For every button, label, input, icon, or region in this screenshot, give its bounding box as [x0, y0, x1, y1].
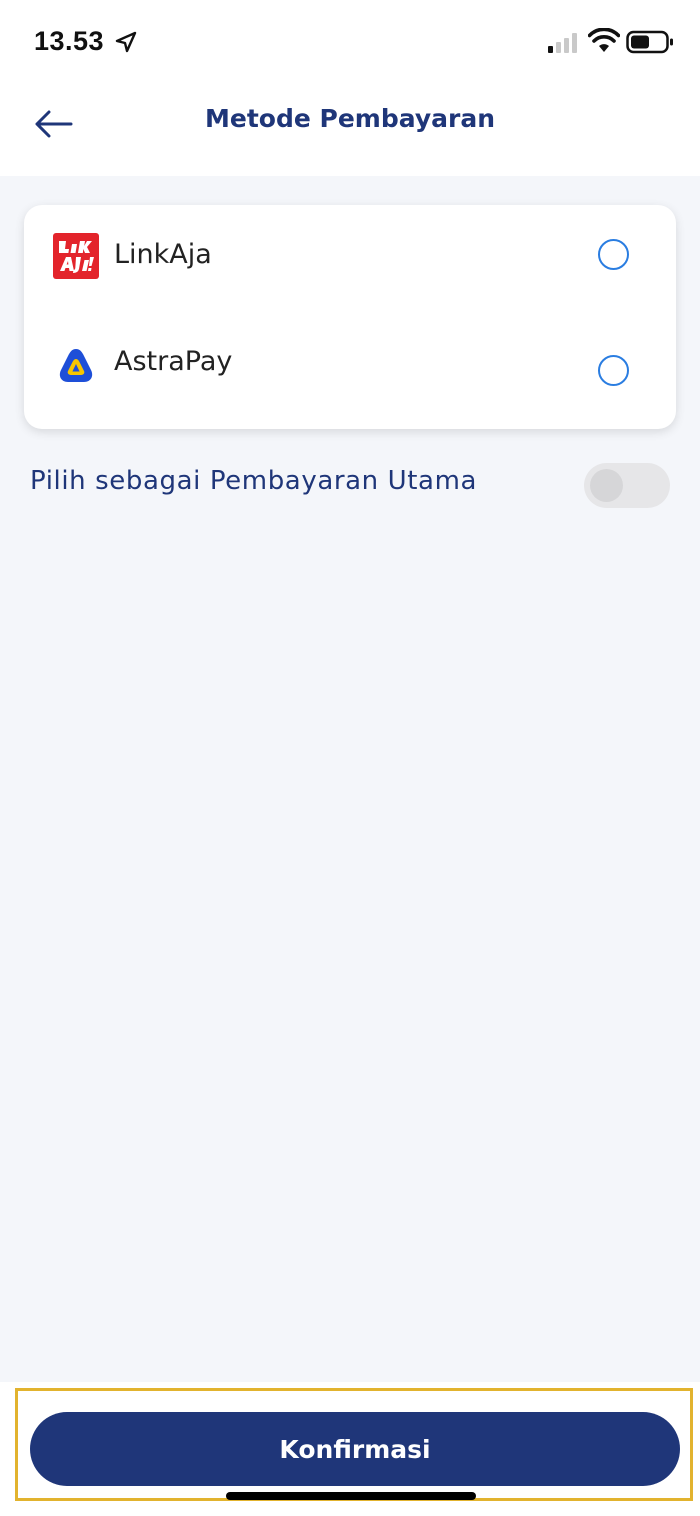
confirm-button[interactable]: Konfirmasi [30, 1412, 680, 1486]
astrapay-logo [59, 349, 93, 382]
payment-method-label: AstraPay [114, 346, 233, 377]
primary-payment-label: Pilih sebagai Pembayaran Utama [30, 466, 478, 496]
payment-method-linkaja[interactable]: LinkAja [24, 205, 676, 305]
radio-button-astrapay[interactable] [598, 355, 629, 386]
page-title: Metode Pembayaran [204, 104, 495, 133]
status-bar: 13.53 [0, 0, 700, 86]
cellular-signal-icon [548, 33, 577, 53]
location-arrow-icon [115, 31, 137, 53]
wifi-icon [588, 28, 620, 52]
home-indicator [226, 1492, 476, 1500]
toggle-knob [590, 469, 623, 502]
status-time: 13.53 [34, 26, 105, 56]
payment-method-astrapay[interactable]: AstraPay [24, 311, 676, 411]
linkaja-logo [53, 233, 99, 279]
battery-icon [626, 30, 673, 54]
payment-method-label: LinkAja [114, 239, 212, 270]
payment-methods-card: LinkAja AstraPay [24, 205, 676, 429]
radio-button-linkaja[interactable] [598, 239, 629, 270]
nav-bar: Metode Pembayaran [0, 86, 700, 176]
primary-payment-toggle[interactable] [584, 463, 670, 508]
